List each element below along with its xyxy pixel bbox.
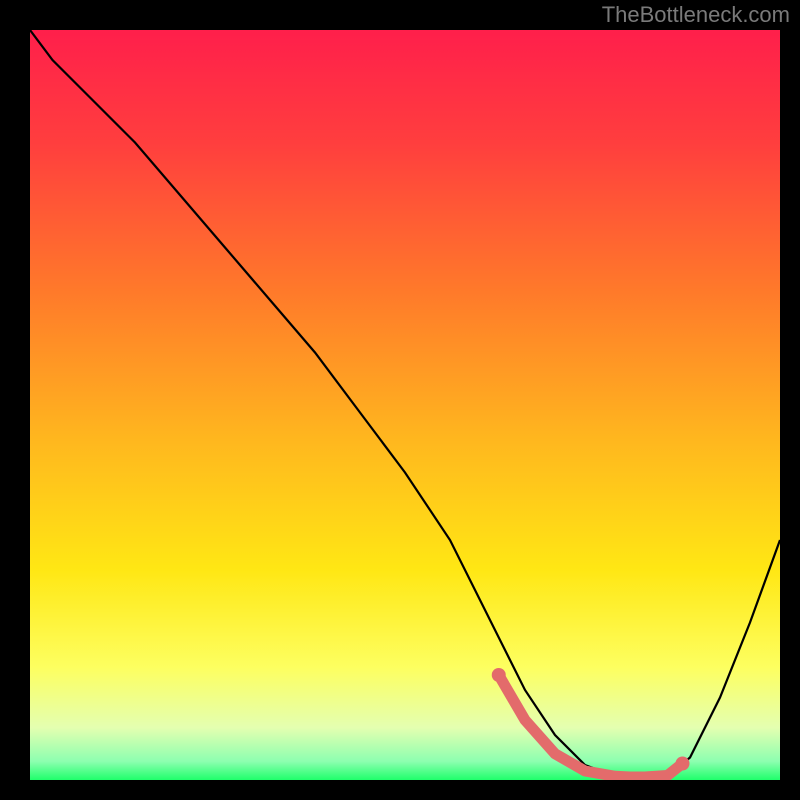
chart-svg xyxy=(30,30,780,780)
plot-area xyxy=(30,30,780,780)
optimal-range-endpoint xyxy=(492,668,506,682)
optimal-range-endpoint xyxy=(676,757,690,771)
gradient-background xyxy=(30,30,780,780)
chart-container: TheBottleneck.com xyxy=(0,0,800,800)
watermark-text: TheBottleneck.com xyxy=(602,2,790,28)
